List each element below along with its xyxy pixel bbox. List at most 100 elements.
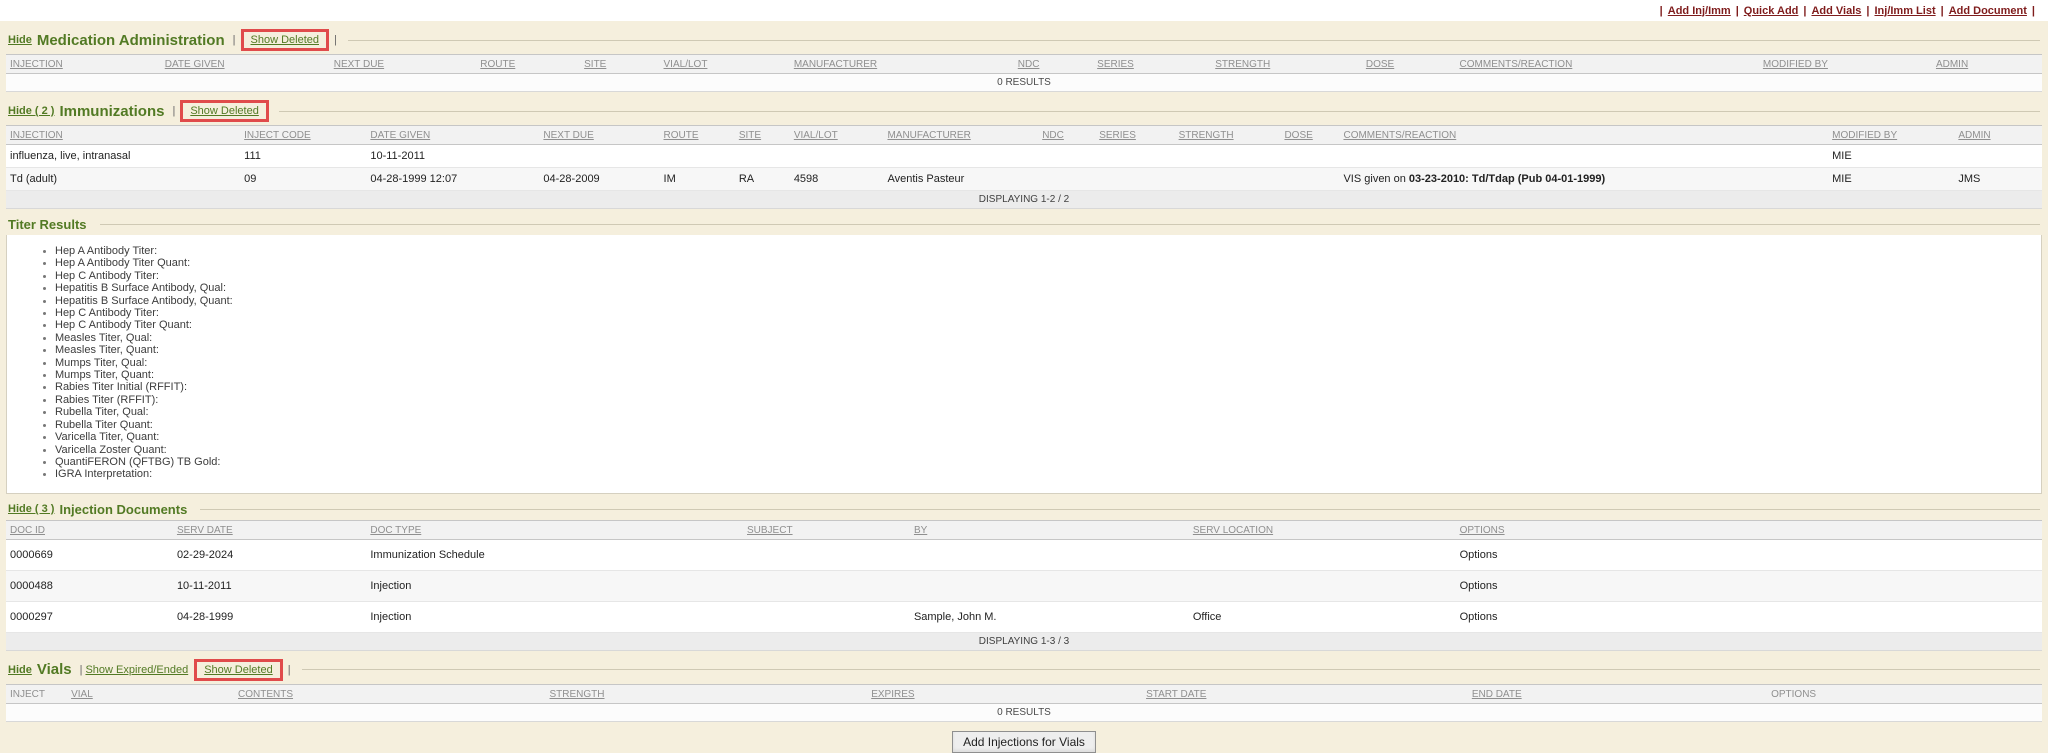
injection-documents-table: DOC ID SERV DATE DOC TYPE SUBJECT BY SER… — [6, 520, 2042, 651]
show-expired-ended-link[interactable]: Show Expired/Ended — [85, 664, 188, 676]
section-vials: Hide Vials | Show Expired/Ended Show Del… — [0, 659, 2048, 722]
site-cell: RA — [735, 168, 790, 191]
separator: | — [1866, 5, 1869, 17]
titer-item: Hep C Antibody Titer Quant: — [55, 319, 2033, 331]
titer-item: Hepatitis B Surface Antibody, Qual: — [55, 282, 2033, 294]
col-header-injection[interactable]: INJECTION — [6, 55, 161, 74]
options-menu[interactable]: Options — [1456, 539, 2042, 570]
separator: | — [1736, 5, 1739, 17]
col-header-modified-by[interactable]: MODIFIED BY — [1759, 55, 1932, 74]
col-header-admin[interactable]: ADMIN — [1932, 55, 2042, 74]
col-header-comments-reaction[interactable]: COMMENTS/REACTION — [1339, 126, 1828, 145]
empty-results-row: 0 RESULTS — [6, 703, 2042, 721]
col-header-manufacturer[interactable]: MANUFACTURER — [883, 126, 1038, 145]
titer-item: Rubella Titer Quant: — [55, 419, 2033, 431]
col-header-route[interactable]: ROUTE — [660, 126, 735, 145]
paging-row: DISPLAYING 1-2 / 2 — [6, 191, 2042, 209]
col-header-vial-lot[interactable]: VIAL/LOT — [790, 126, 884, 145]
serv-date-cell: 10-11-2011 — [173, 570, 366, 601]
titer-item: Hep A Antibody Titer Quant: — [55, 257, 2033, 269]
doc-type-cell: Injection — [366, 570, 743, 601]
injection-documents-title: Injection Documents — [59, 502, 187, 517]
injection-cell: Td (adult) — [6, 168, 240, 191]
annotation-box: Show Deleted — [194, 659, 283, 681]
show-deleted-medication-link[interactable]: Show Deleted — [251, 34, 320, 46]
col-header-dose[interactable]: DOSE — [1362, 55, 1456, 74]
show-deleted-vials-link[interactable]: Show Deleted — [204, 664, 273, 676]
link-add-vials[interactable]: Add Vials — [1811, 5, 1861, 17]
col-header-ndc[interactable]: NDC — [1038, 126, 1095, 145]
col-header-strength[interactable]: STRENGTH — [546, 684, 868, 703]
options-menu[interactable]: Options — [1456, 601, 2042, 632]
col-header-date-given[interactable]: DATE GIVEN — [366, 126, 539, 145]
col-header-expires[interactable]: EXPIRES — [867, 684, 1142, 703]
link-quick-add[interactable]: Quick Add — [1744, 5, 1799, 17]
col-header-next-due[interactable]: NEXT DUE — [539, 126, 659, 145]
separator: | — [2032, 5, 2035, 17]
section-rule — [200, 509, 2040, 510]
add-injections-for-vials-button[interactable]: Add Injections for Vials — [952, 731, 1096, 753]
col-header-by[interactable]: BY — [910, 520, 1189, 539]
col-header-admin[interactable]: ADMIN — [1954, 126, 2042, 145]
col-header-series[interactable]: SERIES — [1095, 126, 1174, 145]
inject-code-cell: 09 — [240, 168, 366, 191]
titer-item: Measles Titer, Qual: — [55, 332, 2033, 344]
route-cell — [660, 145, 735, 168]
col-header-dose[interactable]: DOSE — [1280, 126, 1339, 145]
titer-item: IGRA Interpretation: — [55, 468, 2033, 480]
col-header-options[interactable]: OPTIONS — [1456, 520, 2042, 539]
col-header-route[interactable]: ROUTE — [476, 55, 580, 74]
subject-cell — [743, 539, 910, 570]
col-header-site[interactable]: SITE — [580, 55, 659, 74]
col-header-manufacturer[interactable]: MANUFACTURER — [790, 55, 1014, 74]
col-header-next-due[interactable]: NEXT DUE — [330, 55, 477, 74]
col-header-doc-type[interactable]: DOC TYPE — [366, 520, 743, 539]
top-action-bar: | Add Inj/Imm | Quick Add | Add Vials | … — [0, 0, 2048, 21]
hide-medication-administration-link[interactable]: Hide — [8, 34, 32, 46]
col-header-start-date[interactable]: START DATE — [1142, 684, 1468, 703]
col-header-series[interactable]: SERIES — [1093, 55, 1211, 74]
link-add-document[interactable]: Add Document — [1949, 5, 2027, 17]
medication-administration-title: Medication Administration — [37, 32, 225, 49]
col-header-serv-location[interactable]: SERV LOCATION — [1189, 520, 1456, 539]
titer-results-header: Titer Results — [0, 217, 2048, 232]
col-header-date-given[interactable]: DATE GIVEN — [161, 55, 330, 74]
doc-id-cell: 0000669 — [6, 539, 173, 570]
by-cell — [910, 539, 1189, 570]
separator: | — [172, 105, 175, 117]
col-header-injection[interactable]: INJECTION — [6, 126, 240, 145]
titer-item: Varicella Zoster Quant: — [55, 444, 2033, 456]
immunization-row: Td (adult) 09 04-28-1999 12:07 04-28-200… — [6, 168, 2042, 191]
paging-text: DISPLAYING 1-3 / 3 — [6, 632, 2042, 650]
col-header-doc-id[interactable]: DOC ID — [6, 520, 173, 539]
col-header-serv-date[interactable]: SERV DATE — [173, 520, 366, 539]
document-row: 0000297 04-28-1999 Injection Sample, Joh… — [6, 601, 2042, 632]
link-inj-imm-list[interactable]: Inj/Imm List — [1874, 5, 1935, 17]
link-add-inj-imm[interactable]: Add Inj/Imm — [1668, 5, 1731, 17]
options-menu[interactable]: Options — [1456, 570, 2042, 601]
hide-injection-documents-link[interactable]: Hide ( 3 ) — [8, 503, 54, 515]
hide-immunizations-link[interactable]: Hide ( 2 ) — [8, 105, 54, 117]
col-header-modified-by[interactable]: MODIFIED BY — [1828, 126, 1954, 145]
col-header-strength[interactable]: STRENGTH — [1211, 55, 1362, 74]
col-header-inject-code[interactable]: INJECT CODE — [240, 126, 366, 145]
col-header-site[interactable]: SITE — [735, 126, 790, 145]
col-header-subject[interactable]: SUBJECT — [743, 520, 910, 539]
comments-cell — [1339, 145, 1828, 168]
col-header-vial-lot[interactable]: VIAL/LOT — [660, 55, 790, 74]
paging-row: DISPLAYING 1-3 / 3 — [6, 632, 2042, 650]
titer-item: Hep C Antibody Titer: — [55, 270, 2033, 282]
immunizations-table: INJECTION INJECT CODE DATE GIVEN NEXT DU… — [6, 125, 2042, 209]
col-header-strength[interactable]: STRENGTH — [1175, 126, 1281, 145]
hide-vials-link[interactable]: Hide — [8, 664, 32, 676]
empty-results-text: 0 RESULTS — [6, 703, 2042, 721]
col-header-comments-reaction[interactable]: COMMENTS/REACTION — [1456, 55, 1759, 74]
next-due-cell: 04-28-2009 — [539, 168, 659, 191]
col-header-end-date[interactable]: END DATE — [1468, 684, 1767, 703]
col-header-vial[interactable]: VIAL — [67, 684, 234, 703]
show-deleted-immunizations-link[interactable]: Show Deleted — [190, 105, 259, 117]
col-header-contents[interactable]: CONTENTS — [234, 684, 546, 703]
manufacturer-cell: Aventis Pasteur — [883, 168, 1038, 191]
col-header-ndc[interactable]: NDC — [1014, 55, 1093, 74]
section-injection-documents: Hide ( 3 ) Injection Documents DOC ID SE… — [0, 502, 2048, 651]
